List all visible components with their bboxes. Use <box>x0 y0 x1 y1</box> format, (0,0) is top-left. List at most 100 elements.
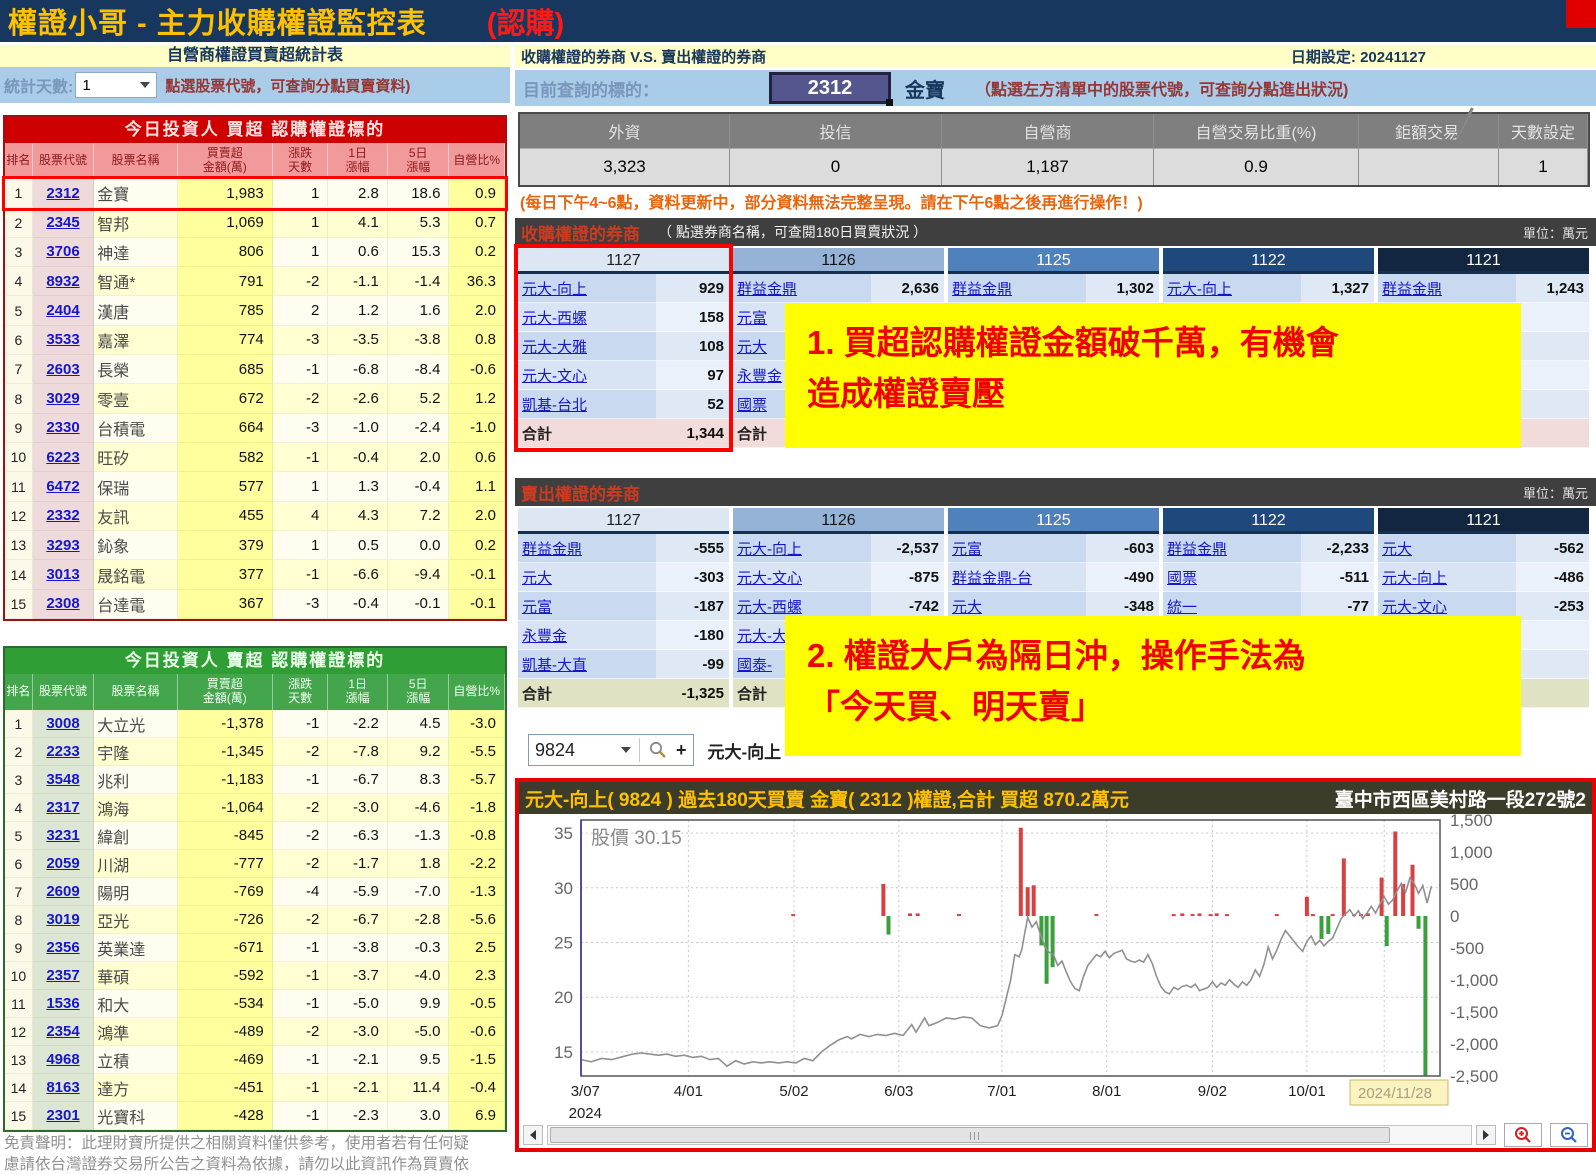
stock-code-link[interactable]: 2317 <box>46 799 79 816</box>
broker-link[interactable]: 群益金鼎 <box>1167 538 1227 559</box>
stock-code-link[interactable]: 3293 <box>46 537 79 554</box>
broker-link[interactable]: 元大-向上 <box>522 278 587 299</box>
table-row: 22345智邦1,06914.15.30.7 <box>5 208 505 237</box>
broker-link[interactable]: 凱基-大直 <box>522 654 587 675</box>
zoom-plus-glyph[interactable]: + <box>676 740 687 761</box>
name-cell: 立積 <box>94 1046 177 1074</box>
value-cell: 1.2 <box>328 296 388 325</box>
stock-code-link[interactable]: 8163 <box>46 1079 79 1096</box>
scrollbar-thumb[interactable] <box>550 1127 1390 1143</box>
broker-link[interactable]: 元大 <box>952 596 982 617</box>
branch-code-header[interactable]: 1121 <box>1378 248 1589 274</box>
value-cell: 367 <box>178 590 273 619</box>
value-cell: 672 <box>178 384 273 413</box>
stock-code-link[interactable]: 3019 <box>46 911 79 928</box>
stock-code-link[interactable]: 2332 <box>46 507 79 524</box>
code-cell: 3293 <box>33 531 94 560</box>
stock-code-link[interactable]: 2301 <box>46 1107 79 1124</box>
broker-link[interactable]: 永豐金 <box>522 625 567 646</box>
broker-link[interactable]: 元富 <box>952 538 982 559</box>
stock-code-link[interactable]: 6472 <box>46 478 79 495</box>
value-cell: -1.1 <box>328 267 388 296</box>
branch-code-header[interactable]: 1122 <box>1163 508 1374 534</box>
broker-link[interactable]: 元大-文心 <box>1382 596 1447 617</box>
broker-name-cell: 凱基-大直 <box>518 650 656 679</box>
rank-cell: 8 <box>5 384 33 413</box>
broker-link[interactable]: 元大-向上 <box>1382 567 1447 588</box>
broker-link[interactable]: 元大 <box>737 336 767 357</box>
resize-handle[interactable] <box>886 99 893 106</box>
broker-link[interactable]: 元大-向上 <box>737 538 802 559</box>
stock-code-link[interactable]: 1536 <box>46 995 79 1012</box>
broker-link[interactable]: 永豐金 <box>737 365 782 386</box>
stock-code-link[interactable]: 3231 <box>46 827 79 844</box>
name-cell: 光寶科 <box>94 1102 177 1130</box>
stock-code-link[interactable]: 2312 <box>46 185 79 202</box>
broker-link[interactable]: 國票 <box>1167 567 1197 588</box>
stock-code-link[interactable]: 3706 <box>46 243 79 260</box>
stock-code-link[interactable]: 4968 <box>46 1051 79 1068</box>
scroll-right-arrow[interactable] <box>1476 1125 1496 1145</box>
name-cell: 達方 <box>94 1074 177 1102</box>
broker-link[interactable]: 元富 <box>737 307 767 328</box>
svg-text:5/02: 5/02 <box>779 1083 808 1100</box>
stock-code-link[interactable]: 2603 <box>46 361 79 378</box>
branch-code-header[interactable]: 1121 <box>1378 508 1589 534</box>
broker-link[interactable]: 元大 <box>522 567 552 588</box>
broker-link[interactable]: 統一 <box>1167 596 1197 617</box>
scrollbar-track[interactable] <box>547 1125 1472 1145</box>
stock-code-link[interactable]: 8932 <box>46 273 79 290</box>
zoom-out-button[interactable] <box>1550 1123 1588 1147</box>
broker-code-combobox[interactable]: 9824 + <box>528 734 694 766</box>
broker-link[interactable]: 元大-西螺 <box>522 307 587 328</box>
broker-link[interactable]: 國泰- <box>737 654 772 675</box>
stock-code-link[interactable]: 2404 <box>46 302 79 319</box>
stock-code-link[interactable]: 3533 <box>46 331 79 348</box>
broker-link[interactable]: 元大-大雅 <box>522 336 587 357</box>
stock-code-link[interactable]: 2233 <box>46 743 79 760</box>
branch-code-header[interactable]: 1126 <box>733 248 944 274</box>
branch-code-header[interactable]: 1127 <box>518 508 729 534</box>
branch-code-header[interactable]: 1125 <box>948 508 1159 534</box>
broker-link[interactable]: 元大 <box>1382 538 1412 559</box>
broker-link[interactable]: 元大-西螺 <box>737 596 802 617</box>
stock-code-link[interactable]: 2356 <box>46 939 79 956</box>
branch-code-header[interactable]: 1125 <box>948 248 1159 274</box>
stat-days-select[interactable]: 1 <box>75 72 157 98</box>
branch-code-header[interactable]: 1122 <box>1163 248 1374 274</box>
broker-link[interactable]: 群益金鼎 <box>737 278 797 299</box>
broker-link[interactable]: 元大-文心 <box>522 365 587 386</box>
stock-code-link[interactable]: 2609 <box>46 883 79 900</box>
stock-code-link[interactable]: 2059 <box>46 855 79 872</box>
broker-link[interactable]: 群益金鼎 <box>1382 278 1442 299</box>
stock-code-link[interactable]: 3013 <box>46 566 79 583</box>
broker-link[interactable]: 群益金鼎 <box>522 538 582 559</box>
stock-code-link[interactable]: 2345 <box>46 214 79 231</box>
broker-link[interactable]: 元大-文心 <box>737 567 802 588</box>
broker-row: 元大-大雅108 <box>518 332 729 361</box>
broker-link[interactable]: 國票 <box>737 394 767 415</box>
scroll-left-arrow[interactable] <box>523 1125 543 1145</box>
code-cell: 2354 <box>33 1018 94 1046</box>
stock-code-link[interactable]: 2354 <box>46 1023 79 1040</box>
table-row: 102357華碩-592-1-3.7-4.02.3 <box>5 962 505 990</box>
stock-code-link[interactable]: 6223 <box>46 449 79 466</box>
broker-link[interactable]: 元富 <box>522 596 552 617</box>
rank-cell: 4 <box>5 794 33 822</box>
stock-code-input[interactable]: 2312 <box>769 72 891 104</box>
stock-code-link[interactable]: 2330 <box>46 419 79 436</box>
stock-code-link[interactable]: 3029 <box>46 390 79 407</box>
broker-link[interactable]: 元大-大 <box>737 625 787 646</box>
stock-code-link[interactable]: 2357 <box>46 967 79 984</box>
branch-code-header[interactable]: 1126 <box>733 508 944 534</box>
broker-link[interactable]: 元大-向上 <box>1167 278 1232 299</box>
broker-link[interactable]: 群益金鼎-台 <box>952 567 1032 588</box>
broker-link[interactable]: 群益金鼎 <box>952 278 1012 299</box>
search-icon[interactable] <box>648 740 668 760</box>
stock-code-link[interactable]: 3548 <box>46 771 79 788</box>
broker-link[interactable]: 凱基-台北 <box>522 394 587 415</box>
branch-code-header[interactable]: 1127 <box>518 248 729 274</box>
zoom-in-button[interactable] <box>1504 1123 1542 1147</box>
stock-code-link[interactable]: 3008 <box>46 715 79 732</box>
stock-code-link[interactable]: 2308 <box>46 595 79 612</box>
